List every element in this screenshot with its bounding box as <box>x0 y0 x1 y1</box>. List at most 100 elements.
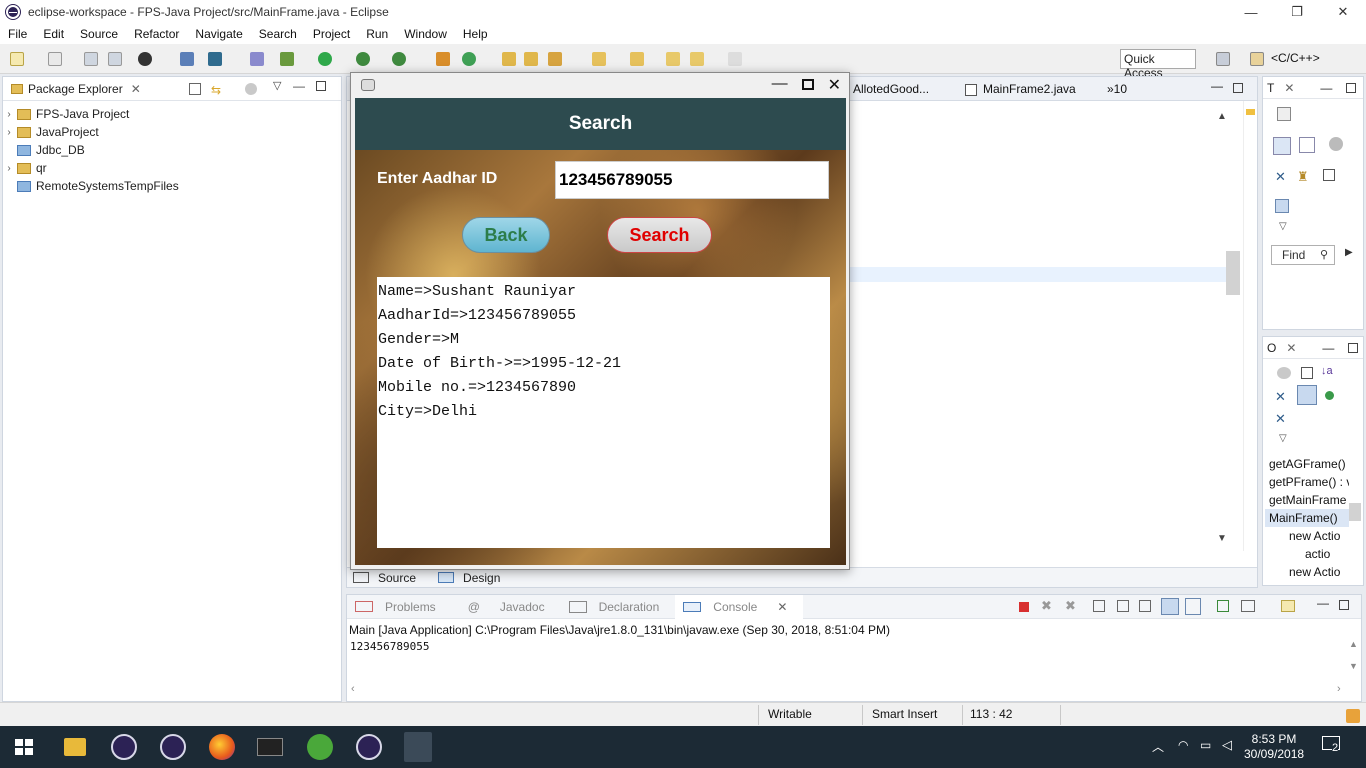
scroll-up-icon[interactable]: ▲ <box>1349 639 1358 649</box>
more-tabs-button[interactable]: »10 <box>1107 82 1127 96</box>
show-on-error-icon[interactable] <box>1185 598 1201 615</box>
editor-tab-mainframe2[interactable]: MainFrame2.java <box>983 82 1076 96</box>
minimize-button[interactable]: — <box>1228 0 1274 24</box>
scroll-lock-icon[interactable] <box>1117 600 1129 612</box>
warning-marker[interactable] <box>1246 109 1255 115</box>
java-app-icon[interactable] <box>404 732 432 762</box>
dialog-close-button[interactable]: ✕ <box>828 75 841 95</box>
eclipse-taskbar-icon[interactable] <box>160 734 186 760</box>
filter-icon[interactable] <box>245 83 257 95</box>
save-all-icon[interactable] <box>108 52 122 66</box>
rss-icon[interactable] <box>1346 709 1360 723</box>
close-tab-icon[interactable]: ✕ <box>1284 81 1294 95</box>
quick-access-field[interactable]: Quick Access <box>1120 49 1196 80</box>
back-icon[interactable] <box>690 52 704 66</box>
task-list-title[interactable]: T <box>1267 81 1274 95</box>
external-tools-icon[interactable] <box>392 52 406 66</box>
focus-icon[interactable] <box>1329 137 1343 151</box>
problems-tab[interactable]: Problems <box>347 600 452 614</box>
minimize-editor-icon[interactable]: — <box>1211 79 1223 93</box>
task-menu-icon[interactable]: ▽ <box>1279 221 1287 232</box>
java-perspective-icon[interactable] <box>1250 52 1264 66</box>
scroll-right-icon[interactable]: › <box>1337 683 1341 695</box>
coverage-icon[interactable] <box>356 52 370 66</box>
network-icon[interactable]: ◠ <box>1178 738 1188 752</box>
menu-file[interactable]: File <box>0 27 35 41</box>
open-perspective-icon[interactable] <box>1216 52 1230 66</box>
notification-icon[interactable]: 2 <box>1322 736 1346 756</box>
word-wrap-icon[interactable] <box>1139 600 1151 612</box>
expand-icon[interactable]: › <box>3 127 15 138</box>
minimize-view-icon[interactable]: — <box>293 79 305 93</box>
hide-static-icon[interactable]: ✕ <box>1275 389 1286 405</box>
link-editor-icon[interactable]: ⇆ <box>211 83 225 97</box>
open-type-icon[interactable] <box>502 52 516 66</box>
design-tab[interactable]: Design <box>432 571 516 585</box>
tree-item[interactable]: › FPS-Java Project <box>3 105 341 123</box>
editor-scrollbar-thumb[interactable] <box>1226 251 1240 295</box>
maximize-view-icon[interactable] <box>1346 82 1357 93</box>
run-icon[interactable] <box>318 52 332 66</box>
menu-window[interactable]: Window <box>396 27 455 41</box>
show-list-icon[interactable] <box>1323 169 1335 181</box>
outline-item[interactable]: getMainFrame <box>1265 491 1349 509</box>
pin-console-icon[interactable] <box>1217 600 1229 612</box>
minimize-view-icon[interactable]: — <box>1320 81 1332 95</box>
firefox-icon[interactable] <box>209 734 235 760</box>
next-annotation-icon[interactable] <box>592 52 606 66</box>
outline-item[interactable]: new Actio <box>1265 527 1349 545</box>
new-file-icon[interactable] <box>48 52 62 66</box>
hide-nonpublic-icon[interactable] <box>1297 385 1317 405</box>
utorrent-icon[interactable] <box>307 734 333 760</box>
declaration-tab[interactable]: Declaration <box>561 600 676 614</box>
search-tool-icon[interactable] <box>548 52 562 66</box>
new-task-icon[interactable] <box>1277 107 1291 121</box>
menu-source[interactable]: Source <box>72 27 126 41</box>
collapse-all-icon[interactable] <box>189 83 201 95</box>
tree-item[interactable]: Jdbc_DB <box>3 141 341 159</box>
menu-edit[interactable]: Edit <box>35 27 72 41</box>
maximize-view-icon[interactable] <box>1339 600 1349 610</box>
expand-icon[interactable]: › <box>3 109 15 120</box>
aadhar-input[interactable]: 123456789055 <box>555 161 829 199</box>
sort-icon[interactable]: ↓a <box>1321 365 1333 377</box>
back-button[interactable]: Back <box>462 217 550 253</box>
terminate-icon[interactable] <box>1019 602 1029 612</box>
close-tab-icon[interactable]: ✕ <box>131 82 141 96</box>
outline-scrollbar-thumb[interactable] <box>1349 503 1361 521</box>
scroll-down-icon[interactable]: ▼ <box>1217 533 1227 544</box>
volume-icon[interactable]: ◁ <box>1222 737 1232 753</box>
profile-icon[interactable] <box>138 52 152 66</box>
show-on-output-icon[interactable] <box>1161 598 1179 615</box>
menu-project[interactable]: Project <box>305 27 358 41</box>
menu-run[interactable]: Run <box>358 27 396 41</box>
outline-menu-icon[interactable]: ▽ <box>1279 433 1287 444</box>
insert-mode-status[interactable]: Smart Insert <box>872 707 937 721</box>
open-task-icon[interactable] <box>524 52 538 66</box>
source-tab[interactable]: Source <box>347 571 432 585</box>
maximize-view-icon[interactable] <box>316 81 326 91</box>
outline-title[interactable]: O <box>1267 341 1276 355</box>
terminal-icon[interactable] <box>180 52 194 66</box>
tree-item[interactable]: › JavaProject <box>3 123 341 141</box>
search-button[interactable]: Search <box>607 217 712 253</box>
file-explorer-icon[interactable] <box>64 738 86 756</box>
remove-launch-icon[interactable]: ✖ <box>1041 598 1052 614</box>
new-icon[interactable] <box>10 52 24 66</box>
menu-help[interactable]: Help <box>455 27 496 41</box>
previous-annotation-icon[interactable] <box>630 52 644 66</box>
remove-all-icon[interactable]: ✖ <box>1065 598 1076 614</box>
outline-item[interactable]: new Actio <box>1265 563 1349 581</box>
new-package-icon[interactable] <box>436 52 450 66</box>
find-field[interactable]: Find ⚲ <box>1271 245 1335 265</box>
scroll-left-icon[interactable]: ‹ <box>351 683 355 695</box>
perspective-label[interactable]: <C/C++> <box>1271 51 1320 65</box>
outline-item-selected[interactable]: MainFrame() <box>1265 509 1349 527</box>
console-tab[interactable]: Console ✕ <box>675 594 804 619</box>
package-explorer-tab[interactable]: Package Explorer ✕ <box>3 82 141 96</box>
mysql-icon[interactable] <box>257 738 283 756</box>
forward-icon[interactable] <box>728 52 742 66</box>
view-menu-icon[interactable]: ▽ <box>273 79 281 92</box>
start-icon[interactable] <box>15 739 33 755</box>
editor-tab-allotedgood[interactable]: AllotedGood... <box>853 82 929 96</box>
